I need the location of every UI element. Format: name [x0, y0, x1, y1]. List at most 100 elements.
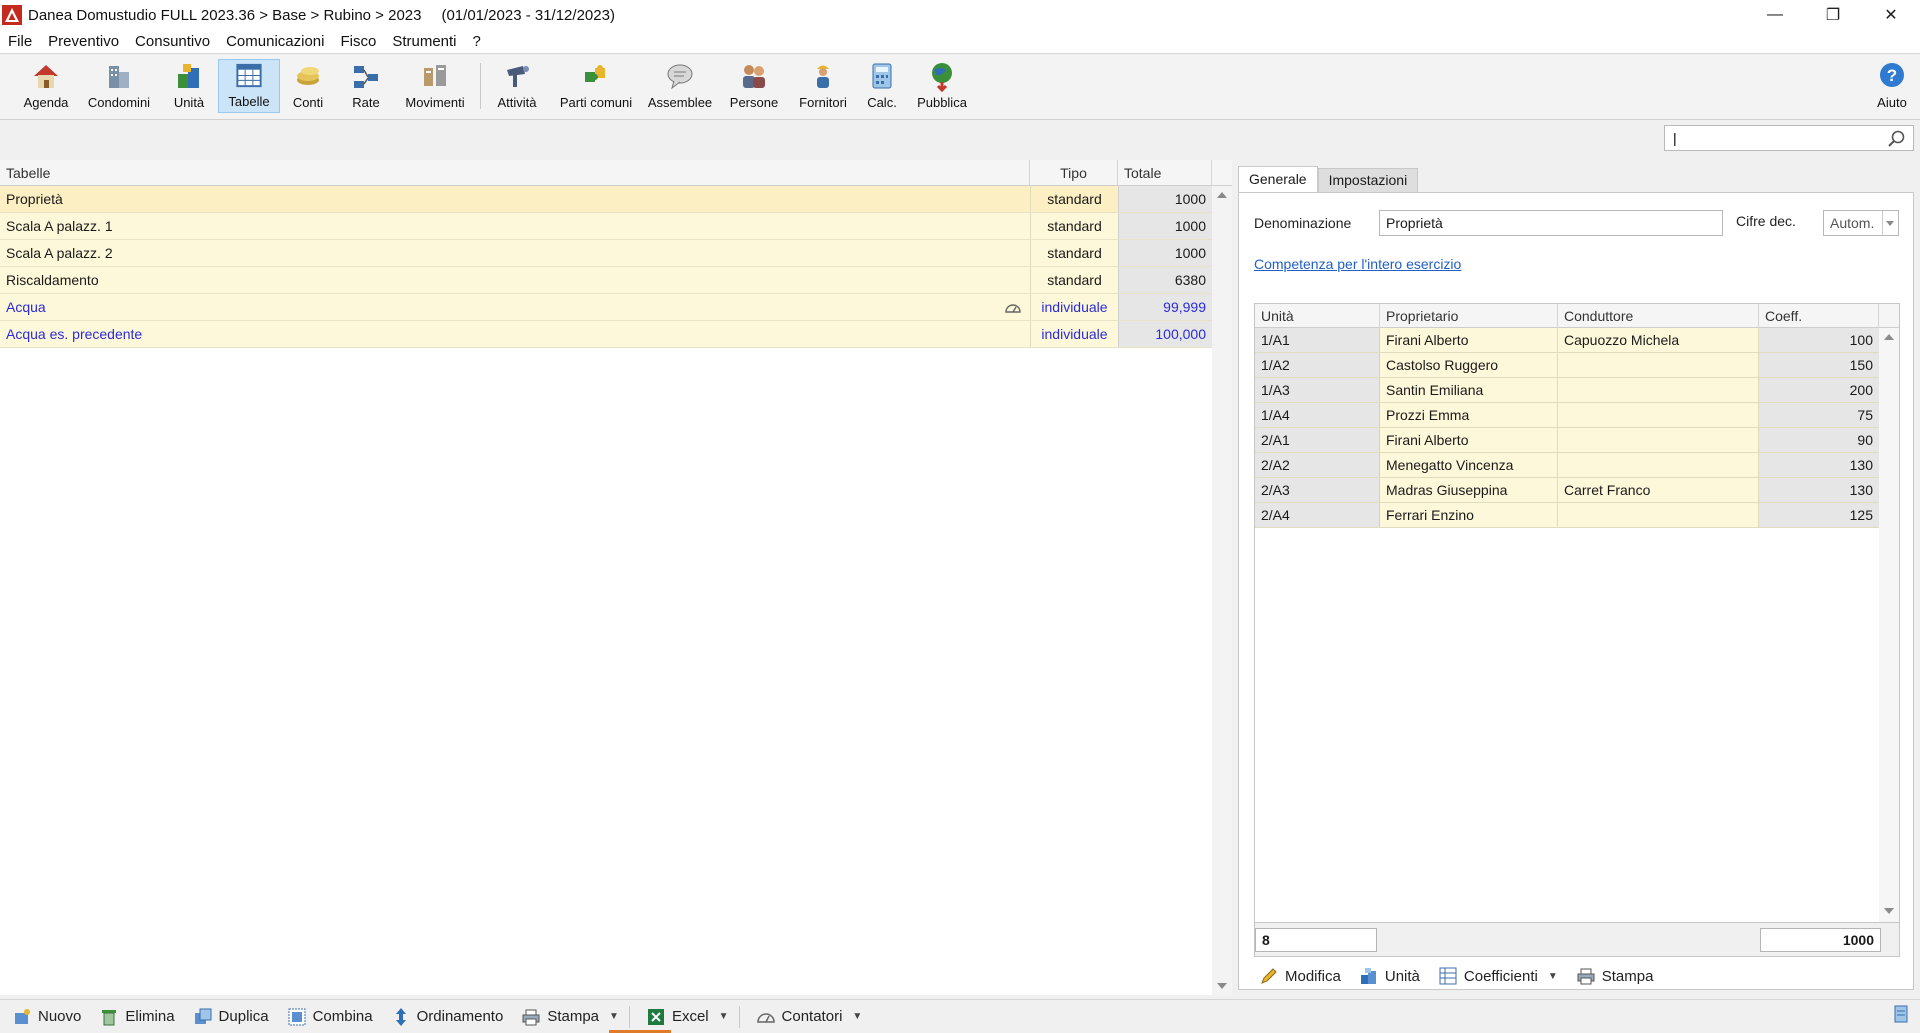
grid-row[interactable]: 1/A4 Prozzi Emma 75	[1255, 403, 1879, 428]
contatori-button[interactable]: Contatori ▼	[756, 1007, 862, 1027]
excel-button[interactable]: Excel ▼	[646, 1007, 729, 1027]
col-unita[interactable]: Unità	[1255, 304, 1380, 328]
grid-row[interactable]: 1/A3 Santin Emiliana 200	[1255, 378, 1879, 403]
rate-button[interactable]: Rate	[344, 59, 388, 113]
tenant-cell[interactable]: Capuozzo Michela	[1558, 328, 1759, 352]
movimenti-button[interactable]: Movimenti	[400, 59, 470, 113]
coeff-cell[interactable]: 100	[1759, 328, 1879, 352]
modifica-button[interactable]: Modifica	[1259, 966, 1341, 986]
scroll-down-icon[interactable]	[1217, 983, 1227, 989]
grid-row[interactable]: 2/A3 Madras Giuseppina Carret Franco 130	[1255, 478, 1879, 503]
chevron-down-icon[interactable]	[1882, 211, 1898, 235]
coeff-cell[interactable]: 150	[1759, 353, 1879, 377]
nuovo-button[interactable]: Nuovo	[12, 1007, 81, 1027]
tenant-cell[interactable]	[1558, 428, 1759, 452]
tenant-cell[interactable]	[1558, 453, 1759, 477]
owner-cell[interactable]: Castolso Ruggero	[1380, 353, 1558, 377]
conti-button[interactable]: Conti	[286, 59, 330, 113]
competenza-link[interactable]: Competenza per l'intero esercizio	[1254, 256, 1461, 272]
table-row[interactable]: Riscaldamento standard 6380	[0, 267, 1212, 294]
menu-strumenti[interactable]: Strumenti	[384, 33, 464, 50]
duplica-button[interactable]: Duplica	[193, 1007, 269, 1027]
grid-scrollbar[interactable]	[1879, 328, 1899, 922]
tables-scrollbar[interactable]	[1212, 186, 1232, 995]
grid-row[interactable]: 2/A2 Menegatto Vincenza 130	[1255, 453, 1879, 478]
tabelle-button[interactable]: Tabelle	[218, 59, 280, 113]
minimize-button[interactable]: —	[1746, 0, 1804, 30]
parti-comuni-button[interactable]: Parti comuni	[556, 59, 636, 113]
search-input[interactable]	[1664, 125, 1914, 151]
owner-cell[interactable]: Firani Alberto	[1380, 328, 1558, 352]
owner-cell[interactable]: Madras Giuseppina	[1380, 478, 1558, 502]
tenant-cell[interactable]	[1558, 503, 1759, 527]
unita-button[interactable]: Unità	[166, 59, 212, 113]
tenant-cell[interactable]: Carret Franco	[1558, 478, 1759, 502]
fornitori-button[interactable]: Fornitori	[794, 59, 852, 113]
coeff-cell[interactable]: 75	[1759, 403, 1879, 427]
table-row[interactable]: Scala A palazz. 1 standard 1000	[0, 213, 1212, 240]
persone-button[interactable]: Persone	[726, 59, 782, 113]
owner-cell[interactable]: Menegatto Vincenza	[1380, 453, 1558, 477]
pubblica-button[interactable]: Pubblica	[914, 59, 970, 113]
scroll-up-icon[interactable]	[1884, 334, 1894, 340]
tab-impostazioni[interactable]: Impostazioni	[1317, 168, 1419, 192]
col-conduttore[interactable]: Conduttore	[1558, 304, 1759, 328]
table-row[interactable]: Acqua individuale 99,999	[0, 294, 1212, 321]
tab-generale[interactable]: Generale	[1238, 166, 1318, 194]
col-totale[interactable]: Totale	[1118, 160, 1212, 186]
elimina-button[interactable]: Elimina	[99, 1007, 175, 1027]
table-row[interactable]: Acqua es. precedente individuale 100,000	[0, 321, 1212, 348]
owner-cell[interactable]: Santin Emiliana	[1380, 378, 1558, 402]
coeff-cell[interactable]: 130	[1759, 478, 1879, 502]
search-icon[interactable]	[1886, 129, 1906, 149]
menu-preventivo[interactable]: Preventivo	[40, 33, 127, 50]
attivita-button[interactable]: Attività	[490, 59, 544, 113]
stampa-button[interactable]: Stampa ▼	[521, 1007, 619, 1027]
ordinamento-button[interactable]: Ordinamento	[391, 1007, 503, 1027]
menu-help[interactable]: ?	[465, 33, 489, 50]
coeff-cell[interactable]: 200	[1759, 378, 1879, 402]
assemblee-button[interactable]: Assemblee	[646, 59, 714, 113]
coefficienti-button[interactable]: Coefficienti ▼	[1438, 966, 1558, 986]
grid-row[interactable]: 2/A1 Firani Alberto 90	[1255, 428, 1879, 453]
grid-row[interactable]: 1/A1 Firani Alberto Capuozzo Michela 100	[1255, 328, 1879, 353]
scroll-up-icon[interactable]	[1217, 192, 1227, 198]
combina-button[interactable]: Combina	[287, 1007, 373, 1027]
owner-cell[interactable]: Ferrari Enzino	[1380, 503, 1558, 527]
grid-row[interactable]: 1/A2 Castolso Ruggero 150	[1255, 353, 1879, 378]
owner-cell[interactable]: Prozzi Emma	[1380, 403, 1558, 427]
menu-file[interactable]: File	[0, 33, 40, 50]
menu-fisco[interactable]: Fisco	[332, 33, 384, 50]
chevron-down-icon[interactable]: ▼	[1548, 971, 1558, 982]
restore-button[interactable]: ❐	[1804, 0, 1862, 30]
col-tipo[interactable]: Tipo	[1030, 160, 1118, 186]
unita-action-button[interactable]: Unità	[1359, 966, 1420, 986]
coeff-cell[interactable]: 125	[1759, 503, 1879, 527]
chevron-down-icon[interactable]: ▼	[609, 1011, 619, 1022]
col-proprietario[interactable]: Proprietario	[1380, 304, 1558, 328]
table-row[interactable]: Proprietà standard 1000	[0, 186, 1212, 213]
stampa-detail-button[interactable]: Stampa	[1576, 966, 1653, 986]
chevron-down-icon[interactable]: ▼	[719, 1011, 729, 1022]
table-row[interactable]: Scala A palazz. 2 standard 1000	[0, 240, 1212, 267]
tenant-cell[interactable]	[1558, 403, 1759, 427]
denominazione-field[interactable]: Proprietà	[1379, 210, 1723, 236]
menu-comunicazioni[interactable]: Comunicazioni	[218, 33, 332, 50]
close-button[interactable]: ✕	[1862, 0, 1920, 30]
scroll-down-icon[interactable]	[1884, 908, 1894, 914]
chevron-down-icon[interactable]: ▼	[852, 1011, 862, 1022]
tenant-cell[interactable]	[1558, 353, 1759, 377]
menu-consuntivo[interactable]: Consuntivo	[127, 33, 218, 50]
grid-row[interactable]: 2/A4 Ferrari Enzino 125	[1255, 503, 1879, 528]
tenant-cell[interactable]	[1558, 378, 1759, 402]
col-coeff[interactable]: Coeff.	[1759, 304, 1879, 328]
coeff-cell[interactable]: 90	[1759, 428, 1879, 452]
agenda-button[interactable]: Agenda	[20, 59, 72, 113]
col-tabelle[interactable]: Tabelle	[0, 160, 1030, 186]
calc-button[interactable]: Calc.	[862, 59, 902, 113]
cifre-dec-select[interactable]: Autom.	[1823, 210, 1899, 236]
owner-cell[interactable]: Firani Alberto	[1380, 428, 1558, 452]
coeff-cell[interactable]: 130	[1759, 453, 1879, 477]
condomini-button[interactable]: Condomini	[86, 59, 152, 113]
aiuto-button[interactable]: ? Aiuto	[1872, 59, 1912, 113]
